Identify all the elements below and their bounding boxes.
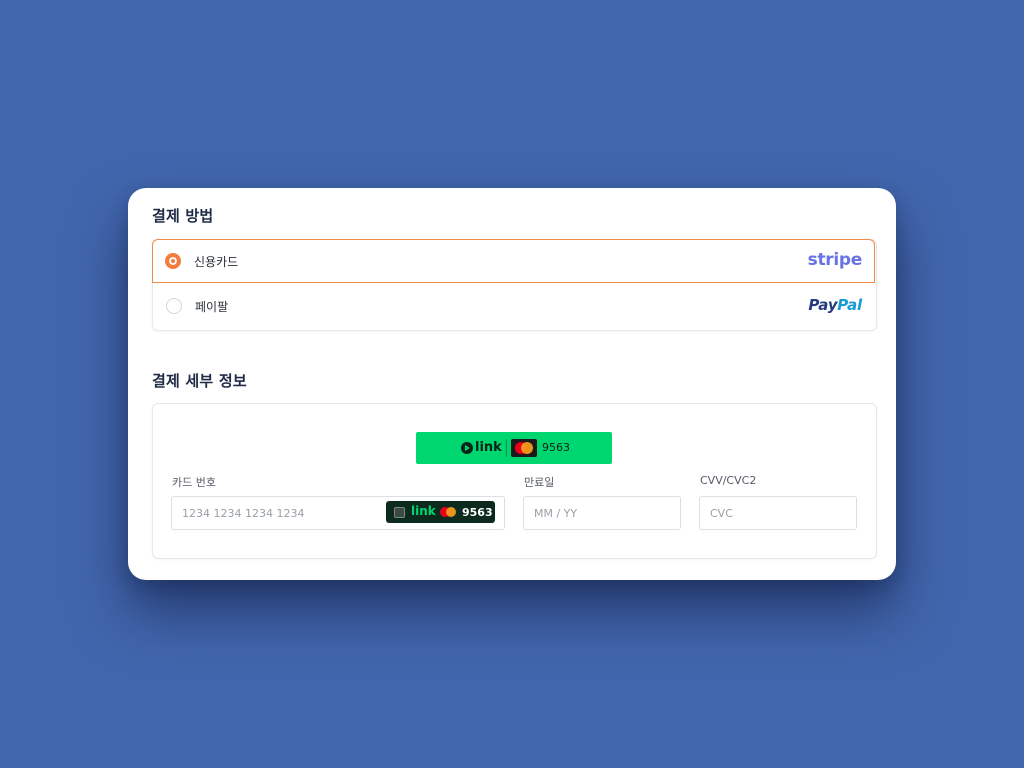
link-wordmark: link [411, 504, 436, 518]
card-last4: 9563 [542, 441, 570, 454]
payment-method-title: 결제 방법 [152, 207, 214, 225]
payment-card: 결제 방법 신용카드 stripe 페이팔 PayPal 결제 세부 정보 li… [128, 188, 896, 580]
expiry-label: 만료일 [524, 476, 555, 489]
link-pay-button[interactable]: link 9563 [416, 432, 612, 464]
payment-option-credit-card[interactable]: 신용카드 stripe [152, 239, 875, 283]
payment-details-form: link 9563 카드 번호 만료일 CVV/CVC2 link 9563 [152, 403, 877, 559]
card-number-label: 카드 번호 [172, 476, 216, 489]
payment-method-list: 신용카드 stripe 페이팔 PayPal [152, 239, 877, 331]
cvc-label: CVV/CVC2 [700, 474, 757, 487]
link-wordmark: link [475, 440, 502, 455]
link-autofill-chip[interactable]: link 9563 [386, 501, 495, 523]
paypal-logo-part: Pay [808, 296, 838, 314]
card-last4: 9563 [462, 506, 493, 519]
radio-paypal[interactable] [166, 298, 182, 314]
payment-details-title: 결제 세부 정보 [152, 372, 247, 390]
paypal-logo: PayPal [808, 296, 862, 314]
expiry-input[interactable] [523, 496, 681, 530]
mastercard-icon [438, 505, 458, 519]
payment-option-label: 신용카드 [194, 255, 239, 269]
play-circle-icon [461, 442, 473, 454]
cvc-input[interactable] [699, 496, 857, 530]
payment-option-paypal[interactable]: 페이팔 PayPal [153, 286, 874, 330]
stripe-logo: stripe [807, 250, 863, 270]
radio-credit-card[interactable] [165, 253, 181, 269]
checkbox-icon [394, 507, 405, 518]
payment-option-label: 페이팔 [195, 300, 229, 314]
paypal-logo-part: Pal [837, 296, 862, 314]
mastercard-icon [511, 439, 537, 457]
divider [506, 439, 507, 457]
